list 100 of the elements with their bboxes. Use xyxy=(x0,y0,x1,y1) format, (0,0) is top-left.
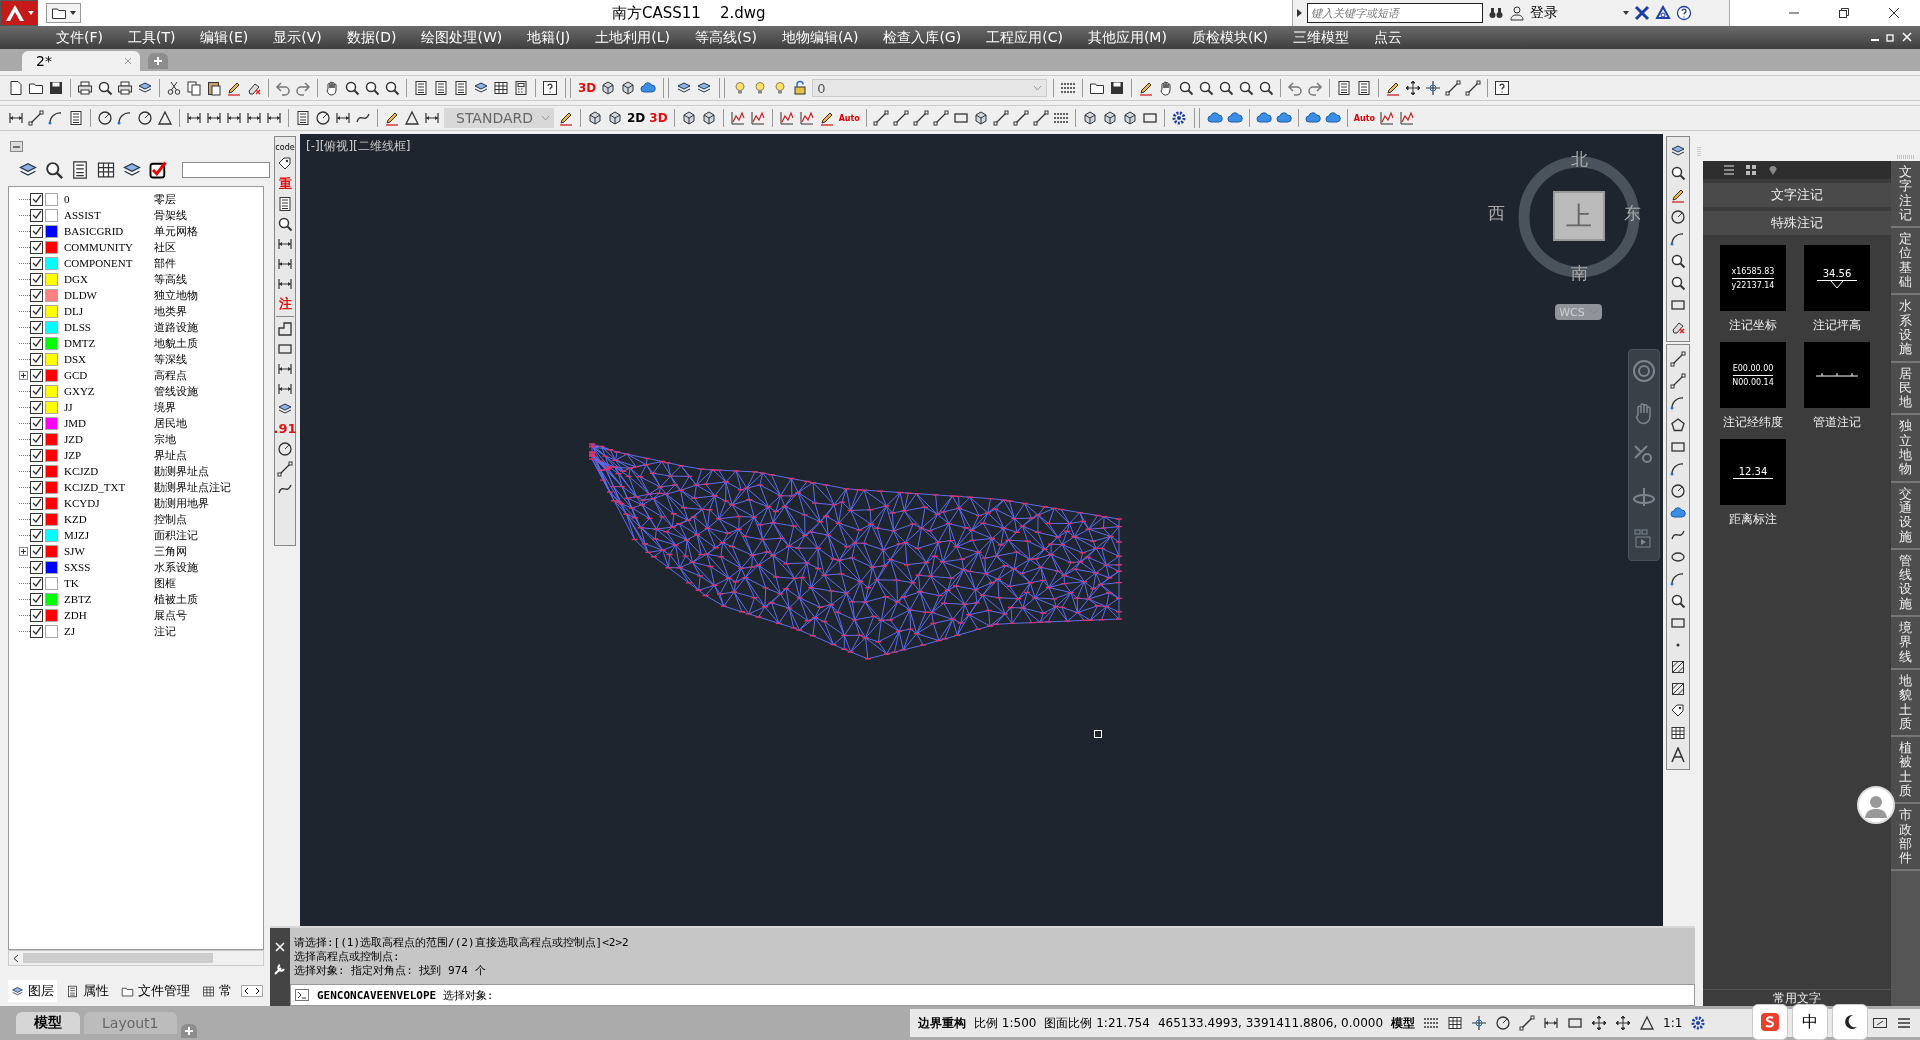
move-icon[interactable] xyxy=(1615,1015,1632,1031)
gear-icon[interactable] xyxy=(1170,110,1187,126)
menu-item[interactable]: 检查入库(G) xyxy=(883,28,962,47)
checkmark-icon[interactable] xyxy=(148,160,168,180)
layer-checkbox[interactable] xyxy=(30,304,43,318)
pencil-icon[interactable] xyxy=(1138,80,1155,96)
menu-item[interactable]: 地籍(J) xyxy=(527,28,571,47)
status-text[interactable]: 比例 1:500 xyxy=(974,1014,1037,1032)
tag-icon[interactable] xyxy=(277,156,293,172)
layer-checkbox[interactable] xyxy=(30,544,43,558)
triangle-icon[interactable] xyxy=(1639,1015,1656,1031)
ellipse-icon[interactable] xyxy=(1670,549,1686,565)
hatch-icon[interactable] xyxy=(1670,659,1686,675)
arc-icon[interactable] xyxy=(1670,231,1686,247)
rectangle-icon[interactable] xyxy=(1670,439,1686,455)
undo-icon[interactable] xyxy=(275,80,291,96)
panel-icon[interactable] xyxy=(66,984,79,998)
line-style-icon[interactable] xyxy=(1060,80,1077,96)
line-tool-icon[interactable] xyxy=(872,110,889,126)
layer-checkbox[interactable] xyxy=(30,400,43,414)
layer-color-swatch[interactable] xyxy=(45,608,58,622)
layer-checkbox[interactable] xyxy=(30,464,43,478)
help-icon[interactable] xyxy=(1494,80,1511,96)
layers-icon[interactable] xyxy=(11,984,24,998)
help-icon[interactable] xyxy=(542,80,558,96)
layer-color-swatch[interactable] xyxy=(45,400,58,414)
annotation-preview[interactable]: E00.00.00 N00.00.14 xyxy=(1720,342,1786,408)
layer-checkbox[interactable] xyxy=(30,352,43,366)
cube-icon[interactable] xyxy=(972,110,989,126)
undo-icon[interactable] xyxy=(1287,80,1304,96)
palette-side-tab[interactable]: 交通设施 xyxy=(1891,482,1920,550)
dimension-icon[interactable] xyxy=(277,236,293,252)
minus-icon[interactable] xyxy=(13,145,20,148)
palette-side-tab[interactable]: 独立地物 xyxy=(1891,415,1920,483)
arc-icon[interactable] xyxy=(1670,461,1686,477)
layer-checkbox[interactable] xyxy=(30,608,43,622)
tool-button[interactable]: 注 xyxy=(278,296,292,312)
folder-icon[interactable] xyxy=(28,80,44,96)
layer-color-swatch[interactable] xyxy=(45,304,58,318)
line-tool-icon[interactable] xyxy=(28,110,44,126)
menu-item[interactable]: 文件(F) xyxy=(56,28,103,47)
user-icon[interactable] xyxy=(1509,5,1525,21)
circle-icon[interactable] xyxy=(277,441,293,457)
text-tool-icon[interactable] xyxy=(1670,747,1686,763)
expand-arrow-icon[interactable] xyxy=(1297,9,1302,17)
close-icon[interactable] xyxy=(1888,7,1900,19)
move-icon[interactable] xyxy=(1591,1015,1608,1031)
magnifier-icon[interactable] xyxy=(1670,253,1686,269)
menu-item[interactable]: 等高线(S) xyxy=(695,28,757,47)
panel-icon[interactable] xyxy=(453,80,469,96)
profile-chart-icon[interactable] xyxy=(798,110,815,126)
layer-dropdown[interactable]: 0 xyxy=(812,79,1048,97)
menu-item[interactable]: 工程应用(C) xyxy=(986,28,1063,47)
rectangle-icon[interactable] xyxy=(277,341,293,357)
restore-icon[interactable] xyxy=(1886,32,1896,42)
layer-color-swatch[interactable] xyxy=(45,320,58,334)
layer-color-swatch[interactable] xyxy=(45,384,58,398)
drawing-canvas[interactable]: [-][俯视][二维线框] 北 西 上 东 南 WCS xyxy=(300,134,1663,926)
text-style-dropdown[interactable]: STANDARD xyxy=(444,108,554,128)
cloud-icon[interactable] xyxy=(1255,110,1272,126)
rectangle-icon[interactable] xyxy=(1670,297,1686,313)
pencil-icon[interactable] xyxy=(1385,80,1402,96)
line-tool-icon[interactable] xyxy=(1012,110,1029,126)
steering-wheel-icon[interactable] xyxy=(1632,359,1656,383)
annotation-scale[interactable]: 1:1 xyxy=(1663,1016,1683,1030)
wrench-icon[interactable] xyxy=(273,962,287,976)
ime-mode-button[interactable]: 中 xyxy=(1792,1004,1828,1040)
terminal-icon[interactable] xyxy=(295,989,309,1001)
gear-icon[interactable] xyxy=(1690,1015,1707,1031)
magnifier-icon[interactable] xyxy=(344,80,360,96)
cloud-icon[interactable] xyxy=(1324,110,1341,126)
panel-icon[interactable] xyxy=(277,196,293,212)
palette-side-tab[interactable]: 居民地 xyxy=(1891,362,1920,416)
status-text[interactable]: 图面比例 1:21.754 xyxy=(1044,1014,1150,1032)
crosshair-icon[interactable] xyxy=(1471,1015,1488,1031)
palette-side-tab[interactable]: 植被土质 xyxy=(1891,737,1920,805)
layer-checkbox[interactable] xyxy=(30,448,43,462)
layer-checkbox[interactable] xyxy=(30,320,43,334)
cloud-icon[interactable] xyxy=(1304,110,1321,126)
layer-checkbox[interactable] xyxy=(30,528,43,542)
layer-checkbox[interactable] xyxy=(30,496,43,510)
annotation-preview[interactable] xyxy=(1804,342,1870,408)
magnifier-icon[interactable] xyxy=(1670,593,1686,609)
magnifier-icon[interactable] xyxy=(1670,275,1686,291)
dimension-icon[interactable] xyxy=(206,110,222,126)
layer-checkbox[interactable] xyxy=(30,256,43,270)
magnifier-icon[interactable] xyxy=(1198,80,1215,96)
status-text[interactable]: 边界重构 xyxy=(918,1014,966,1032)
layer-checkbox[interactable] xyxy=(30,224,43,238)
list-view-icon[interactable] xyxy=(1723,164,1735,176)
cube-icon[interactable] xyxy=(600,80,617,96)
magnifier-icon[interactable] xyxy=(364,80,380,96)
calculator-icon[interactable] xyxy=(513,80,529,96)
menu-item[interactable]: 三维模型 xyxy=(1293,28,1349,47)
layer-checkbox[interactable] xyxy=(30,416,43,430)
code-search-button[interactable]: code xyxy=(275,143,295,152)
cloud-icon[interactable] xyxy=(640,80,657,96)
pencil-icon[interactable] xyxy=(384,110,400,126)
arc-icon[interactable] xyxy=(1670,395,1686,411)
rectangle-icon[interactable] xyxy=(1670,615,1686,631)
